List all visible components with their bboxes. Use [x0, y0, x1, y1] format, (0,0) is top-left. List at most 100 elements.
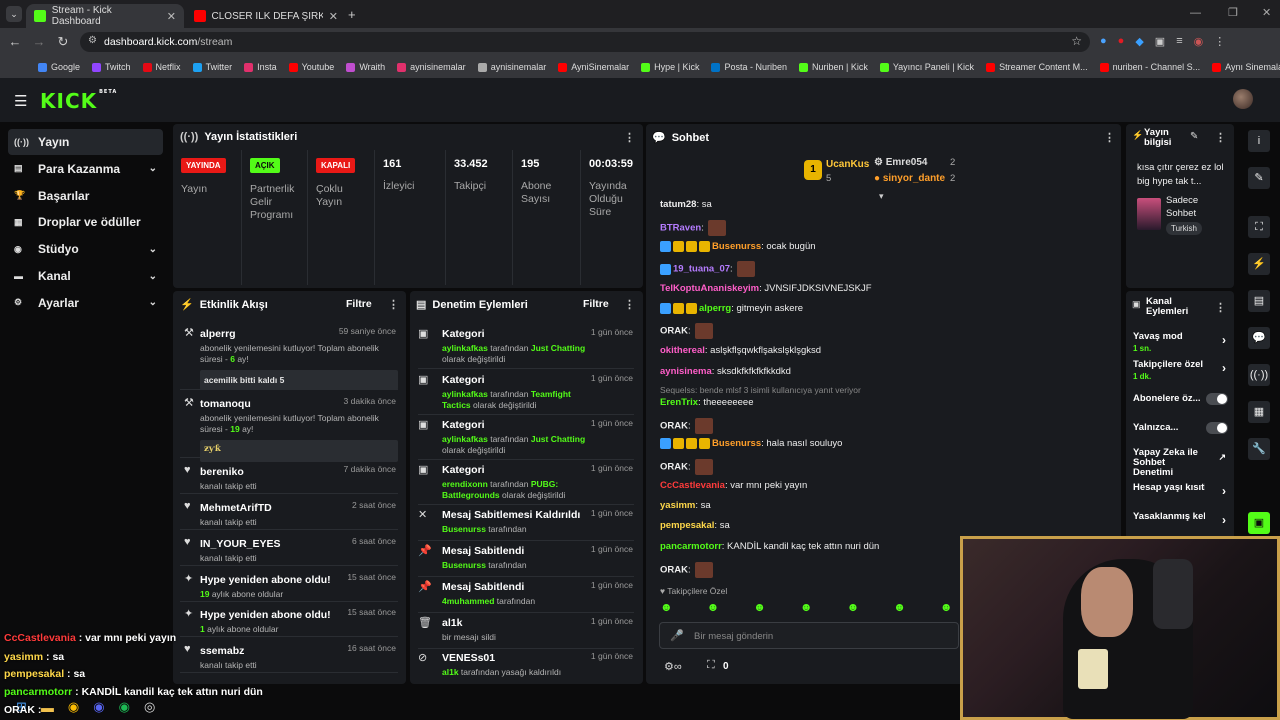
chat-message[interactable]: pempesakal: sa	[660, 520, 1125, 533]
chat-message[interactable]: 19_tuana_07:	[660, 261, 1125, 279]
discord-icon[interactable]: ◉	[93, 699, 104, 715]
moderation-filter-button[interactable]: Filtre	[583, 298, 609, 310]
channel-action-item[interactable]: Takipçilere özel s 1 dk. ›	[1133, 359, 1228, 381]
bookmark-item[interactable]: Aynı Sinemalar - Ça...	[1212, 62, 1280, 72]
bookmark-item[interactable]: Nuriben | Kick	[798, 62, 868, 72]
bookmark-item[interactable]: Netflix	[142, 62, 181, 72]
emote-icon[interactable]: ☻	[847, 600, 860, 614]
user-avatar[interactable]	[1233, 89, 1253, 109]
bookmark-item[interactable]: Hype | Kick	[641, 62, 699, 72]
channel-action-item[interactable]: Yapay Zeka ile Sohbet Denetimi ↗	[1133, 448, 1228, 478]
chat-message[interactable]: aynisinema: sksdkfkfkfkfkkdkd	[660, 366, 1125, 379]
chat-message[interactable]: ORAK:	[660, 562, 1125, 580]
chevron-right-icon[interactable]: ›	[1222, 484, 1226, 498]
bookmark-item[interactable]: Twitter	[192, 62, 232, 72]
media-control-icon[interactable]: ≡	[1176, 35, 1182, 48]
chat-username[interactable]: yasimm	[660, 500, 695, 511]
bookmark-item[interactable]: AyniSinemalar	[558, 62, 629, 72]
moderator-name[interactable]: erendixonn	[442, 479, 488, 489]
stream-info-menu-icon[interactable]: ⋮	[1215, 131, 1226, 144]
chat-message[interactable]: ORAK:	[660, 323, 1125, 341]
activity-item[interactable]: ⚒ alperrg abonelik yenilemesini kutluyor! …	[180, 324, 398, 390]
moderation-item[interactable]: 🗑 al1k bir mesajı sildi 1 gün önce	[418, 614, 634, 649]
chat-username[interactable]: ErenTrix	[660, 397, 698, 408]
chevron-down-icon[interactable]: ⌄	[149, 297, 157, 308]
chat-username[interactable]: alperrg	[699, 303, 731, 314]
channel-actions-menu-icon[interactable]: ⋮	[1215, 301, 1226, 314]
add-widget-icon[interactable]: ▣	[1248, 512, 1270, 534]
close-window-button[interactable]: ✕	[1262, 6, 1271, 19]
bookmark-item[interactable]: Yayıncı Paneli | Kick	[879, 62, 974, 72]
chat-username[interactable]: CcCastlevania	[660, 480, 725, 491]
back-arrow-icon[interactable]: ←	[7, 34, 23, 50]
chat-message[interactable]: Busenurss: ocak bugün	[660, 241, 1125, 254]
chat-username[interactable]: okithereal	[660, 345, 705, 356]
hamburger-menu-icon[interactable]: ☰	[14, 92, 27, 110]
chat-message[interactable]: TelKoptuAnaniskeyim: JVNSIFJDKSIVNEJSKJF	[660, 283, 1125, 296]
external-link-icon[interactable]: ↗	[1218, 452, 1226, 463]
channel-action-item[interactable]: Hesap yaşı kısıtla ›	[1133, 482, 1228, 504]
edit-pencil-icon[interactable]: ✎	[1190, 131, 1198, 142]
moderation-item[interactable]: ⊘ VENESs01 al1k tarafından yasağı kaldırıl…	[418, 649, 634, 684]
new-tab-button[interactable]: +	[348, 7, 356, 22]
chat-menu-icon[interactable]: ⋮	[1104, 131, 1115, 144]
moderation-item[interactable]: ▣ Kategori aylinkafkas tarafından Teamfigh…	[418, 371, 634, 415]
bookmark-item[interactable]: aynisinemalar	[397, 62, 466, 72]
pencil-icon[interactable]: ✎	[1248, 167, 1270, 189]
chat-message[interactable]: BTRaven:	[660, 220, 1125, 238]
chrome-icon[interactable]: ◉	[68, 699, 79, 715]
channel-action-item[interactable]: Abonelere öz...	[1133, 393, 1228, 415]
close-tab-icon[interactable]: ✕	[167, 10, 176, 23]
sidebar-item-2[interactable]: 🏆 Başarılar	[8, 183, 163, 209]
moderator-name[interactable]: aylinkafkas	[442, 343, 488, 353]
sidebar-item-3[interactable]: ▦ Droplar ve ödüller	[8, 209, 163, 235]
bookmark-item[interactable]: Youtube	[288, 62, 334, 72]
moderation-item[interactable]: ✕ Mesaj Sabitlemesi Kaldırıldı Busenurss t…	[418, 506, 634, 541]
activity-item[interactable]: ✦ Hype yeniden abone oldu! 19 aylık abone …	[180, 570, 398, 602]
extensions-puzzle-icon[interactable]: ▣	[1155, 35, 1165, 48]
chevron-down-icon[interactable]: ⌄	[149, 163, 157, 174]
layout-icon[interactable]: ▦	[1248, 401, 1270, 423]
stream-category[interactable]: Sadece Sohbet	[1166, 194, 1206, 220]
extension-icon[interactable]: ◆	[1135, 35, 1143, 48]
obs-icon[interactable]: ◎	[144, 699, 155, 715]
moderator-name[interactable]: aylinkafkas	[442, 434, 488, 444]
moderation-item[interactable]: ▣ Kategori aylinkafkas tarafından Just Cha…	[418, 416, 634, 460]
emote-icon[interactable]: ☻	[753, 600, 766, 614]
channel-action-item[interactable]: Yasaklanmış kelin ›	[1133, 511, 1228, 533]
chat-username[interactable]: BTRaven	[660, 223, 701, 234]
emote-icon[interactable]: ☻	[660, 600, 673, 614]
tab-kick-dashboard[interactable]: Stream - Kick Dashboard ✕	[26, 4, 184, 28]
moderation-item[interactable]: ▣ Kategori aylinkafkas tarafından Just Cha…	[418, 325, 634, 369]
chat-message[interactable]: tatum28: sa	[660, 199, 1125, 212]
profile-avatar-icon[interactable]: ◉	[1194, 35, 1204, 48]
moderation-item[interactable]: ▣ Kategori erendixonn tarafından PUBG: Bat…	[418, 461, 634, 505]
moderator-name[interactable]: al1k	[442, 667, 459, 677]
chevron-right-icon[interactable]: ›	[1222, 333, 1226, 347]
chat-message[interactable]: alperrg: gitmeyin askere	[660, 303, 1125, 316]
bookmark-item[interactable]: Wraith	[346, 62, 385, 72]
chat-username[interactable]: TelKoptuAnaniskeyim	[660, 283, 759, 294]
gift-icon[interactable]: ⛶	[707, 659, 715, 672]
kick-logo[interactable]: KICK BETA	[40, 89, 117, 113]
document-icon[interactable]: ▤	[1248, 290, 1270, 312]
moderator-name[interactable]: Busenurss	[442, 560, 486, 570]
toggle-switch[interactable]	[1206, 422, 1228, 434]
sidebar-item-6[interactable]: ⚙ Ayarlar ⌄	[8, 290, 163, 316]
emote-icon[interactable]: ☻	[940, 600, 953, 614]
moderation-menu-icon[interactable]: ⋮	[624, 298, 635, 311]
bookmark-item[interactable]: Streamer Content M...	[986, 62, 1088, 72]
bookmark-item[interactable]: Google	[38, 62, 80, 72]
tab-list-button[interactable]: ⌄	[6, 6, 22, 22]
channel-action-item[interactable]: Yalnızca...	[1133, 422, 1228, 444]
wrench-icon[interactable]: 🔧	[1248, 438, 1270, 460]
chat-username[interactable]: Busenurss	[712, 241, 761, 252]
site-info-icon[interactable]: ⚙	[88, 35, 97, 46]
browser-menu-icon[interactable]: ⋮	[1214, 35, 1225, 48]
sidebar-item-1[interactable]: ▤ Para Kazanma ⌄	[8, 156, 163, 182]
chat-message[interactable]: Busenurss: hala nasıl souluyo	[660, 438, 1125, 451]
language-tag[interactable]: Turkish	[1166, 222, 1202, 235]
emote-icon[interactable]: ☻	[707, 600, 720, 614]
stats-menu-icon[interactable]: ⋮	[624, 131, 635, 144]
activity-item[interactable]: ♥ IN_YOUR_EYES kanalı takip etti 6 saat önc…	[180, 534, 398, 566]
